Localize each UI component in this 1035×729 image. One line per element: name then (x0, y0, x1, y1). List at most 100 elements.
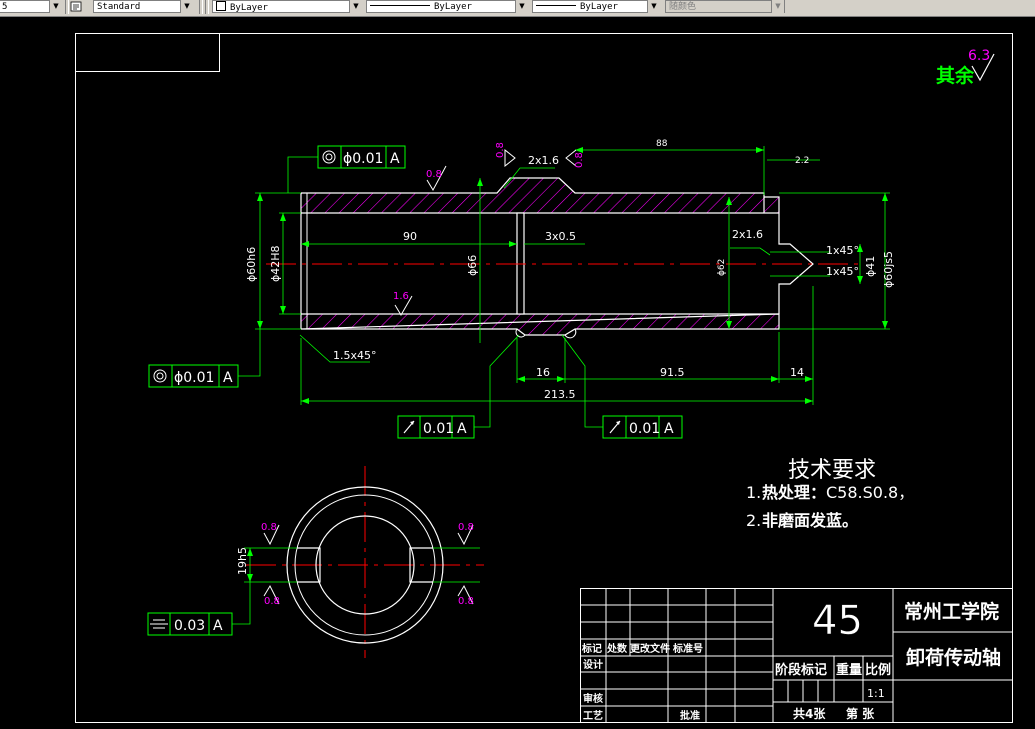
hatch-top (301, 178, 779, 213)
roughness-08-a: 0.8 (426, 169, 442, 180)
col-change-doc: 更改文件 (630, 642, 670, 655)
approve-label: 批准 (680, 709, 700, 722)
roughness-08-g: 0.8 (458, 596, 474, 607)
toolbar-separator (205, 0, 209, 14)
linetype-value: ByLayer (434, 2, 472, 12)
drawing-canvas[interactable]: 其余 6.3 90 3x0.5 16 91.5 14 213.5 1.5x45°… (0, 16, 1035, 729)
roughness-other-label: 其余 (936, 64, 975, 87)
sheet-number: 第 张 (846, 706, 875, 721)
end-section-view: 19h5 0.8 0.8 0.8 0.8 0.03 A (147, 466, 484, 658)
gtol-runout-left: 0.01 A (397, 334, 520, 439)
part-name: 卸荷传动轴 (906, 646, 1001, 669)
dim-phi60js5: ϕ60js5 (882, 251, 895, 288)
runout-datum-right: A (664, 421, 674, 437)
toolbar-separator (65, 0, 69, 14)
layer-color-value: ByLayer (230, 3, 268, 13)
chevron-down-icon[interactable]: ▼ (771, 0, 784, 13)
col-sign: 标准号 (672, 642, 703, 655)
properties-toolbar: 5 ▼ Standard ▼ ByLayer ▼ ByLayer ▼ ByLay… (0, 0, 1035, 17)
dim-chamfer-1x45-a: 1x45° (826, 244, 859, 257)
roughness-08-d: 0.8 (261, 522, 277, 533)
gtol-concentricity-bottom: ϕ0.01 A (148, 329, 261, 388)
dim-91-5: 91.5 (660, 366, 685, 379)
plot-style-combo[interactable]: 随颜色 (665, 0, 785, 13)
col-count: 处数 (606, 642, 628, 655)
tech-req-title: 技术要求 (788, 458, 876, 483)
linetype-sample-icon (370, 5, 430, 6)
text-style-combo[interactable]: Standard (93, 0, 193, 13)
chevron-down-icon[interactable]: ▼ (515, 0, 528, 13)
dim-16: 16 (536, 366, 550, 379)
lineweight-sample-icon (536, 5, 576, 6)
scale-value: 1:1 (867, 687, 885, 700)
chevron-down-icon[interactable]: ▼ (349, 0, 362, 13)
dim-2x1-6-top: 2x1.6 (528, 154, 559, 167)
title-block-text: 45 常州工学院 卸荷传动轴 标记 处数 更改文件 标准号 设计 审核 工艺 批… (581, 598, 1001, 722)
tech-req-item1-num: 1. (746, 483, 761, 502)
roughness-16: 1.6 (393, 291, 409, 302)
gtol-symmetry: 0.03 A (147, 612, 233, 636)
shaft-section-view (266, 177, 860, 339)
chevron-down-icon[interactable]: ▼ (49, 0, 62, 13)
lineweight-value: ByLayer (580, 2, 618, 12)
dim-19h5: 19h5 (236, 547, 249, 575)
dim-2x1-6-right: 2x1.6 (732, 228, 763, 241)
runout-value-left: 0.01 (423, 421, 454, 437)
gtol-datum-bottom: A (223, 370, 233, 386)
dim-213-5: 213.5 (544, 388, 576, 401)
total-sheets: 共4张 (793, 706, 826, 721)
dim-phi66: ϕ66 (466, 255, 479, 276)
style-combo-value: 5 (2, 2, 8, 12)
roughness-other-value: 6.3 (968, 48, 990, 64)
dim-90: 90 (403, 230, 417, 243)
layer-color-combo[interactable]: ByLayer (212, 0, 362, 13)
row-review: 审核 (583, 692, 603, 705)
dim-14: 14 (790, 366, 804, 379)
gtol-datum-top: A (390, 151, 400, 167)
lineweight-combo[interactable]: ByLayer (532, 0, 660, 13)
row-design: 设计 (583, 658, 603, 671)
dim-groove: 3x0.5 (545, 230, 576, 243)
roughness-08-f: 0.8 (264, 596, 280, 607)
dim-88: 88 (656, 139, 668, 149)
runout-value-right: 0.01 (629, 421, 660, 437)
dim-chamfer-1-5: 1.5x45° (333, 349, 377, 362)
dim-phi60h6: ϕ60h6 (245, 247, 258, 282)
dimension-labels: 90 3x0.5 16 91.5 14 213.5 1.5x45° 1x45° … (245, 139, 895, 401)
gtol-runout-right: 0.01 A (561, 334, 683, 439)
hatch-bottom (301, 314, 779, 335)
dim-phi41: ϕ41 (864, 256, 877, 277)
dim-chamfer-1x45-b: 1x45° (826, 265, 859, 278)
dim-phi42h8: ϕ42H8 (269, 245, 282, 282)
tech-req-item1-label: 热处理： (762, 483, 826, 502)
dim-phi62: ϕ62 (717, 259, 727, 276)
gtol-value-top: ϕ0.01 (343, 151, 383, 167)
scale-label: 比例 (865, 662, 891, 678)
chevron-down-icon[interactable]: ▼ (180, 0, 193, 13)
linetype-combo[interactable]: ByLayer (366, 0, 528, 13)
color-swatch-icon (216, 1, 226, 11)
material-value: 45 (812, 598, 863, 644)
runout-datum-left: A (457, 421, 467, 437)
tech-req-item2-label: 非磨面发蓝。 (762, 511, 858, 530)
technical-requirements: 技术要求 1. 热处理： C58.S0.8， 2. 非磨面发蓝。 (746, 458, 914, 530)
gtol-concentricity-top: ϕ0.01 A (287, 145, 406, 193)
stage-mark-label: 阶段标记 (775, 662, 827, 678)
plot-style-value: 随颜色 (669, 2, 697, 12)
gtol-value-bottom: ϕ0.01 (174, 370, 214, 386)
roughness-08-b: 0.8 (495, 142, 506, 158)
roughness-08-e: 0.8 (458, 522, 474, 533)
weight-label: 重量 (836, 662, 862, 678)
school-name: 常州工学院 (904, 600, 999, 623)
text-style-icon[interactable] (70, 1, 82, 12)
row-process: 工艺 (583, 709, 603, 722)
tech-req-item2-num: 2. (746, 511, 761, 530)
code-box (75, 33, 220, 72)
chevron-down-icon[interactable]: ▼ (647, 0, 660, 13)
col-mark: 标记 (581, 642, 602, 655)
dim-2-2: 2.2 (795, 156, 809, 166)
symmetry-value: 0.03 (174, 618, 205, 634)
roughness-08-c: 0.8 (574, 152, 585, 168)
toolbar-separator (199, 0, 203, 14)
tech-req-item1-value: C58.S0.8， (826, 483, 914, 502)
